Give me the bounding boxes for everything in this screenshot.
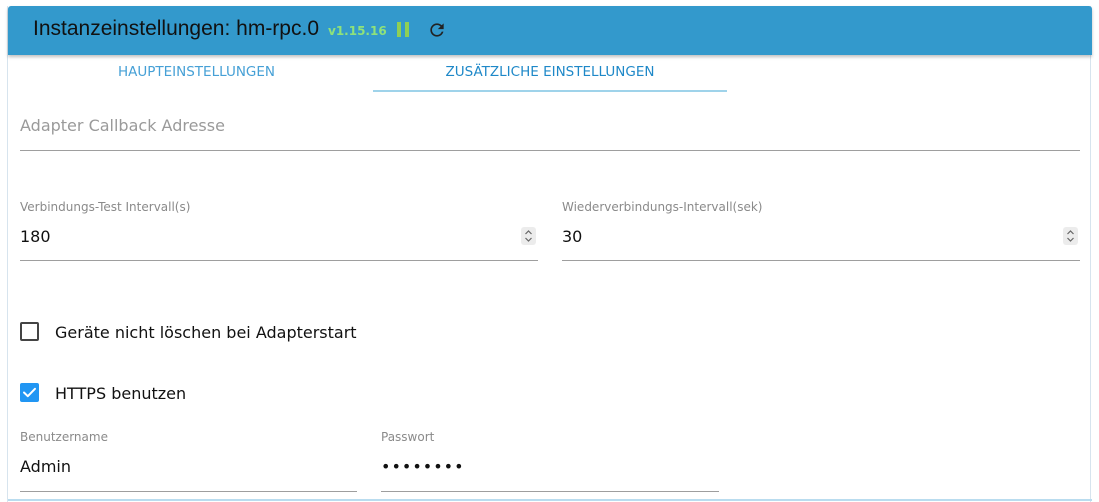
check-interval-stepper[interactable] xyxy=(521,227,536,245)
password-field[interactable]: Passwort •••••••• xyxy=(381,430,719,492)
dont-delete-devices-checkbox[interactable] xyxy=(20,322,39,341)
field-underline xyxy=(20,491,357,492)
field-underline xyxy=(20,260,538,261)
field-underline xyxy=(562,260,1080,261)
reconnect-interval-input[interactable]: 30 xyxy=(562,227,582,246)
settings-dialog: Instanzeinstellungen: hm-rpc.0 v1.15.16 … xyxy=(7,6,1092,502)
dont-delete-devices-label: Geräte nicht löschen bei Adapterstart xyxy=(55,323,357,342)
check-interval-field[interactable]: Verbindungs-Test Intervall(s) 180 xyxy=(20,200,538,261)
username-field[interactable]: Benutzername Admin xyxy=(20,430,357,492)
active-tab-indicator xyxy=(373,90,727,92)
use-https-checkbox-row[interactable]: HTTPS benutzen xyxy=(20,383,220,405)
pause-icon[interactable] xyxy=(396,22,410,37)
reconnect-interval-stepper[interactable] xyxy=(1063,227,1078,245)
checkmark-icon xyxy=(23,387,36,398)
check-interval-label: Verbindungs-Test Intervall(s) xyxy=(20,200,191,214)
dialog-title: Instanzeinstellungen: hm-rpc.0 xyxy=(33,17,319,40)
dont-delete-devices-checkbox-row[interactable]: Geräte nicht löschen bei Adapterstart xyxy=(20,322,380,344)
password-label: Passwort xyxy=(381,430,435,444)
password-input[interactable]: •••••••• xyxy=(381,457,465,476)
use-https-label: HTTPS benutzen xyxy=(55,384,187,403)
field-underline xyxy=(20,150,1080,151)
field-underline xyxy=(381,491,719,492)
reconnect-interval-field[interactable]: Wiederverbindungs-Intervall(sek) 30 xyxy=(562,200,1080,261)
tab-additional-settings[interactable]: Zusätzliche Einstellungen xyxy=(373,55,727,93)
version-badge: v1.15.16 xyxy=(328,24,387,38)
reload-icon[interactable] xyxy=(427,20,447,40)
use-https-checkbox[interactable] xyxy=(20,383,39,402)
callback-address-placeholder: Adapter Callback Adresse xyxy=(20,116,225,135)
tab-main-settings[interactable]: Haupteinstellungen xyxy=(20,55,373,93)
username-input[interactable]: Admin xyxy=(20,457,71,476)
tab-bar: Haupteinstellungen Zusätzliche Einstellu… xyxy=(20,55,1080,93)
dialog-header: Instanzeinstellungen: hm-rpc.0 v1.15.16 xyxy=(8,6,1092,55)
username-label: Benutzername xyxy=(20,430,108,444)
callback-address-field[interactable]: Adapter Callback Adresse xyxy=(20,106,1080,151)
check-interval-input[interactable]: 180 xyxy=(20,227,51,246)
dialog-bottom-border xyxy=(8,499,1092,501)
reconnect-interval-label: Wiederverbindungs-Intervall(sek) xyxy=(562,200,763,214)
